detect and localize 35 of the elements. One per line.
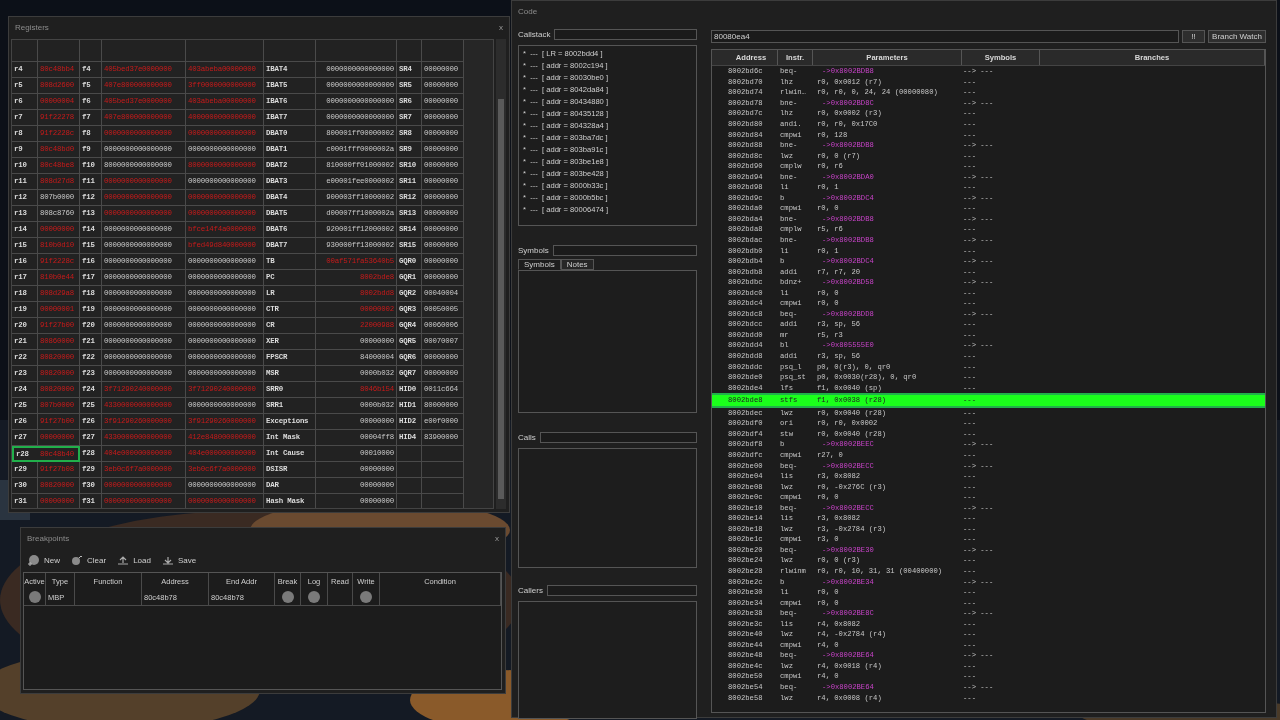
field-label: Symbols <box>518 245 549 255</box>
toolbar-button[interactable]: !! <box>1181 30 1206 43</box>
toggle-circle[interactable] <box>281 591 294 603</box>
scrollbar[interactable] <box>496 39 506 509</box>
field-label: Calls <box>518 432 536 442</box>
field-label: Callers <box>518 585 543 595</box>
window-title: Breakpoints <box>27 533 70 543</box>
toolbar-button[interactable]: Save <box>160 553 197 567</box>
table-cell <box>397 446 422 462</box>
toggle-circle[interactable] <box>308 591 320 603</box>
search-field[interactable] <box>554 28 697 40</box>
address-field[interactable]: 80080ea4 <box>711 30 1179 43</box>
search-field[interactable] <box>539 431 697 443</box>
close-button[interactable]: x <box>495 533 499 543</box>
close-button[interactable]: x <box>499 22 503 32</box>
search-field[interactable] <box>546 584 697 596</box>
search-field[interactable] <box>552 244 697 256</box>
toggle-circle[interactable] <box>28 591 41 603</box>
scrollbar-thumb[interactable] <box>498 99 504 499</box>
toolbar-button[interactable]: Clear <box>70 553 107 567</box>
toolbar-button[interactable]: Load <box>116 553 151 567</box>
new-icon <box>27 553 41 567</box>
field-label: Callstack <box>518 29 551 39</box>
window-title: Registers <box>15 22 49 32</box>
toggle-circle[interactable] <box>360 591 372 603</box>
table-cell <box>397 462 422 478</box>
table-cell <box>397 478 422 494</box>
table-cell <box>422 478 464 494</box>
table-cell <box>422 462 464 478</box>
toolbar-button[interactable]: Branch Watch <box>1208 30 1266 43</box>
bomb-icon <box>70 553 84 567</box>
window-title: Code <box>518 6 538 16</box>
toolbar-button[interactable]: New <box>27 553 60 567</box>
table-cell <box>75 589 142 606</box>
table-cell <box>422 446 464 462</box>
